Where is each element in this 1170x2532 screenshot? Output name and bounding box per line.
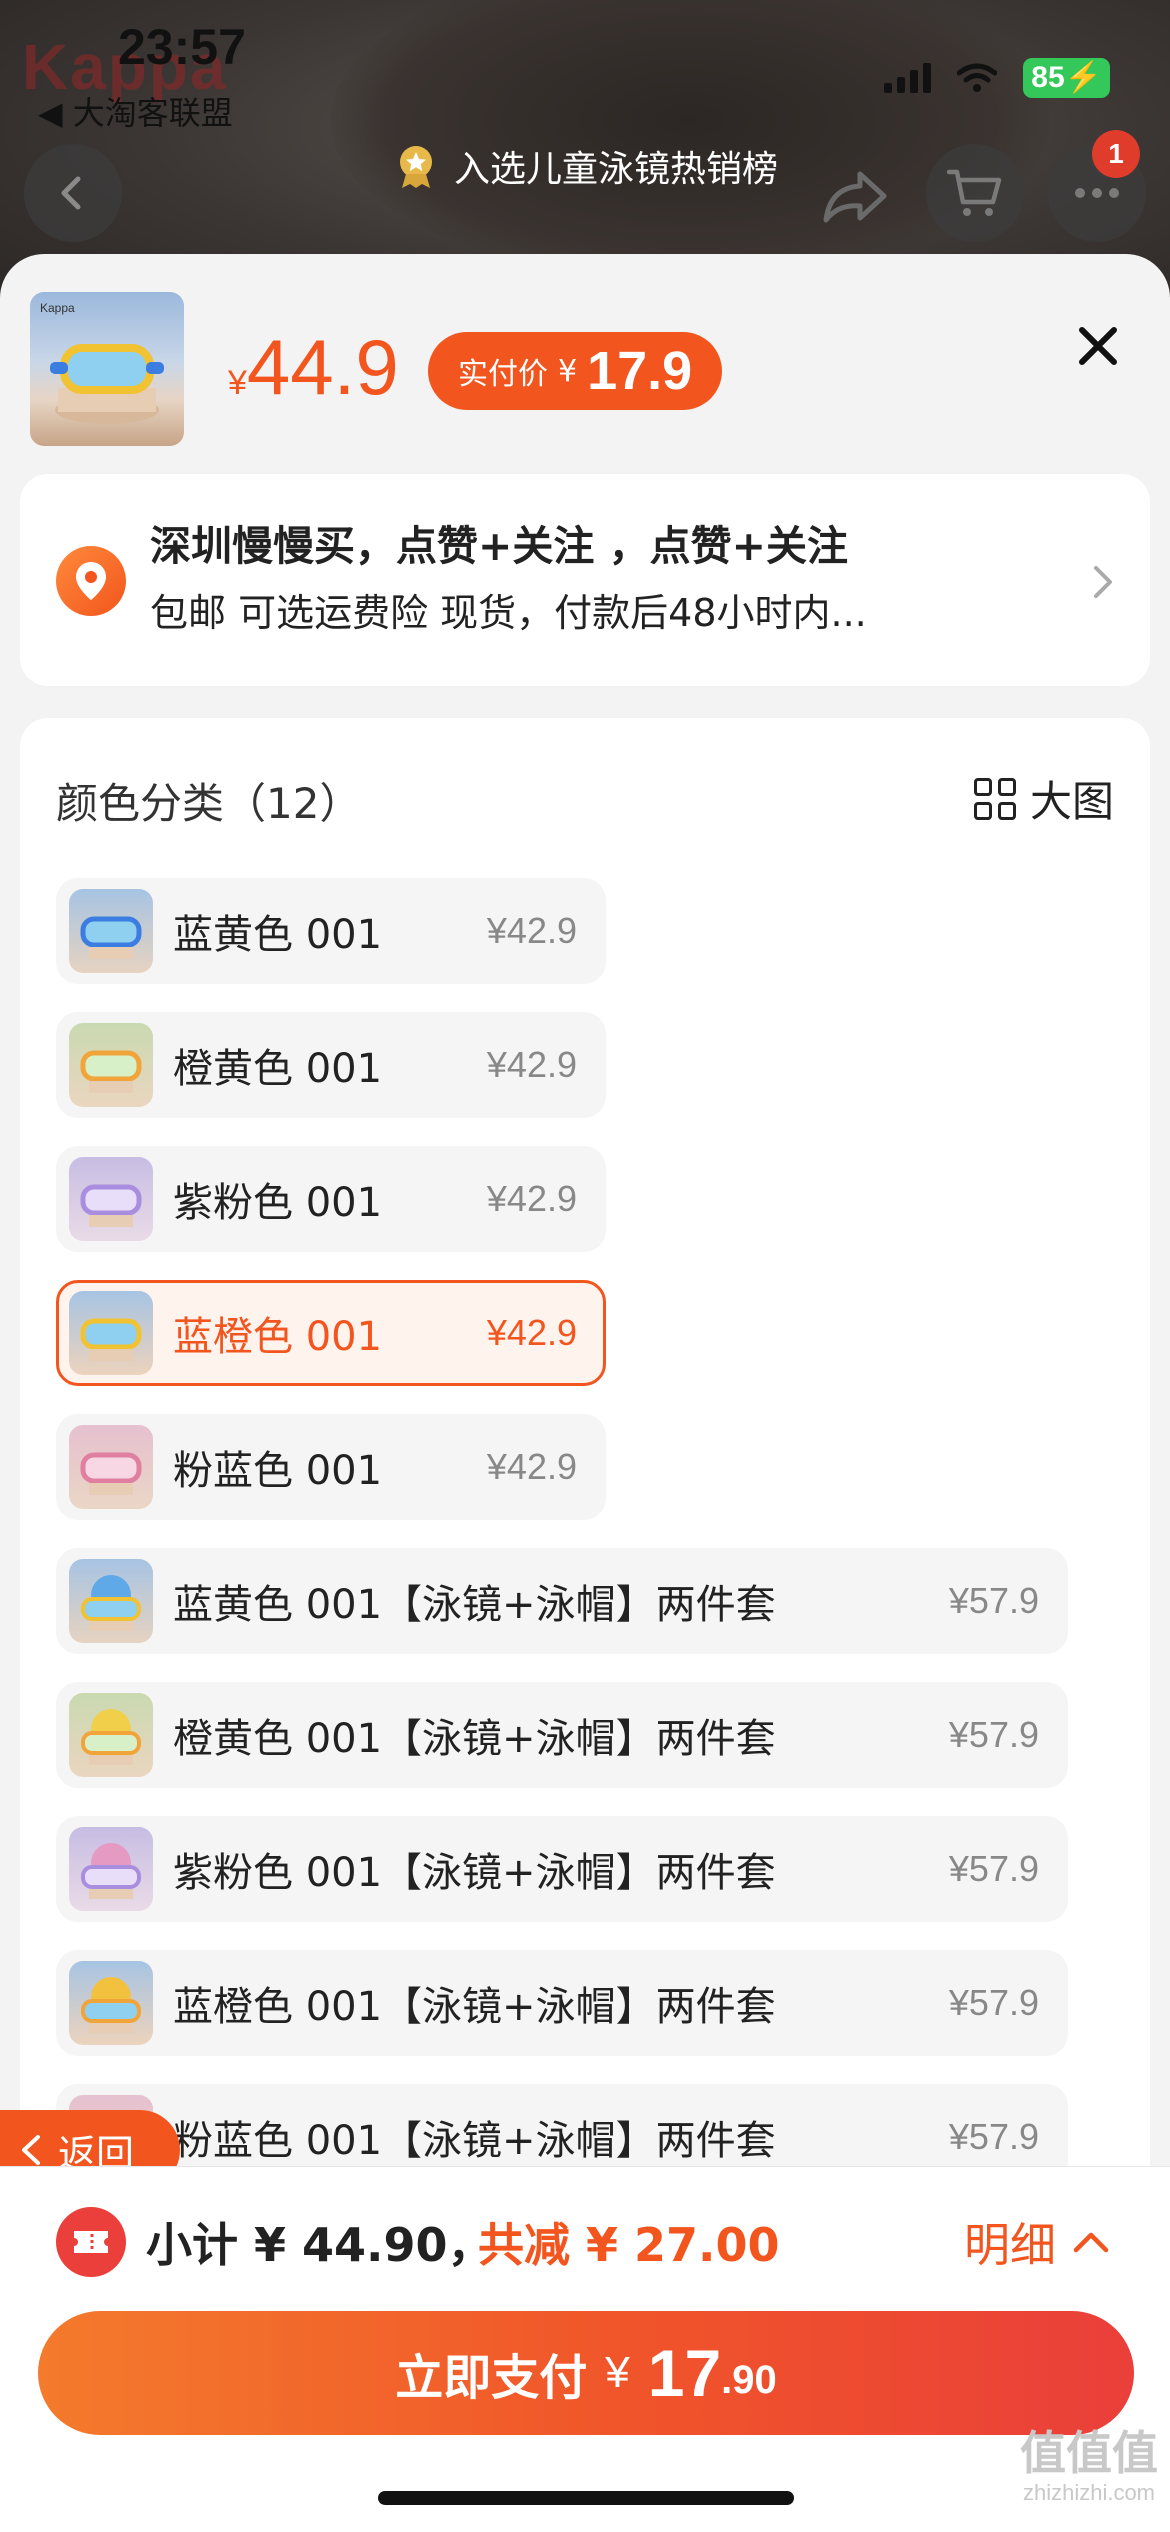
sku-option-name: 蓝橙色 001 [173,1314,383,1360]
sku-option-price: ¥57.9 [948,1714,1039,1755]
sku-thumbnail [69,1425,153,1509]
sku-thumbnail [69,1157,153,1241]
checkout-bar: 小计 ¥ 44.90， 共减 ¥ 27.00 明细 立即支付 ¥ 17.90 [0,2166,1170,2532]
sku-option-price: ¥57.9 [948,1580,1039,1621]
subtotal-text: 小计 ¥ 44.90， [146,2218,494,2272]
sku-option-price: ¥57.9 [948,1982,1039,2023]
location-pin-icon [56,546,126,616]
sku-option-price: ¥57.9 [948,2116,1039,2157]
status-icons: 85⚡ [884,58,1110,98]
hot-list-label: 入选儿童泳镜热销榜 [453,149,778,190]
back-to-app-link[interactable]: ◀ 大淘客联盟 [38,88,233,134]
address-line: 深圳慢慢买，点赞+关注 ，点赞+关注 [150,522,848,570]
sku-option[interactable]: 蓝黄色 001 ¥42.9 [56,878,606,984]
sku-option[interactable]: 紫粉色 001 ¥42.9 [56,1146,606,1252]
color-category-card: 颜色分类（12） 大图 蓝黄色 001 ¥42.9 橙黄色 001 ¥42.9 … [20,718,1150,2418]
big-image-label: 大图 [1029,777,1114,826]
sku-option-price: ¥42.9 [486,910,577,951]
sku-option-price: ¥42.9 [486,1178,577,1219]
goggles-image: Kappa [40,301,164,424]
sku-thumbnail [69,1291,153,1375]
cart-count-badge: 1 [1092,130,1140,178]
sku-option-name: 粉蓝色 001【泳镜+泳帽】两件套 [173,2118,776,2164]
sku-option-name: 紫粉色 001【泳镜+泳帽】两件套 [173,1850,776,1896]
status-time: 23:57 [118,19,246,75]
sku-option-price: ¥42.9 [486,1312,577,1353]
close-icon[interactable] [1070,318,1126,374]
watermark: 值值值 zhizhizhi.com [1020,2426,1158,2505]
pay-amount-dec: .90 [721,2357,777,2402]
sku-option-name: 橙黄色 001【泳镜+泳帽】两件套 [173,1716,776,1762]
chevron-right-icon [1094,566,1112,598]
shipping-address-card[interactable]: 深圳慢慢买，点赞+关注 ，点赞+关注 包邮 可选运费险 现货，付款后48小时内.… [20,474,1150,686]
pay-now-button[interactable]: 立即支付 ¥ 17.90 [38,2311,1134,2435]
sku-option[interactable]: 蓝橙色 001【泳镜+泳帽】两件套 ¥57.9 [56,1950,1068,2056]
sku-thumbnail [69,889,153,973]
sku-option-name: 紫粉色 001 [173,1180,383,1226]
cellular-signal-icon [884,63,932,93]
sku-option-name: 蓝黄色 001 [173,912,383,958]
cart-button[interactable] [926,144,1024,242]
medal-icon [399,146,432,188]
selected-product-thumbnail[interactable]: Kappa [30,292,184,446]
sku-option-name: 橙黄色 001 [173,1046,383,1092]
battery-indicator: 85⚡ [1023,58,1110,98]
sku-option[interactable]: 粉蓝色 001 ¥42.9 [56,1414,606,1520]
sku-option-selected[interactable]: 蓝橙色 001 ¥42.9 [56,1280,606,1386]
sku-option[interactable]: 蓝黄色 001【泳镜+泳帽】两件套 ¥57.9 [56,1548,1068,1654]
sku-option-price: ¥42.9 [486,1446,577,1487]
original-price: ¥44.9 [228,323,399,411]
chevron-up-icon [1073,2232,1109,2253]
sku-thumbnail [69,1693,153,1777]
big-image-toggle[interactable]: 大图 [973,768,1114,829]
pay-now-label: 立即支付 [395,2350,588,2406]
actual-pay-price-badge: 实付价 ¥ 17.9 [428,332,723,410]
sku-option-name: 蓝橙色 001【泳镜+泳帽】两件套 [173,1984,776,2030]
shipping-info-line: 包邮 可选运费险 现货，付款后48小时内... [150,591,867,635]
sku-option[interactable]: 橙黄色 001 ¥42.9 [56,1012,606,1118]
share-icon[interactable] [820,166,890,226]
sheet-header: Kappa ¥44.9 实付价 ¥ 17.9 [0,254,1170,474]
detail-label: 明细 [964,2218,1056,2272]
pay-amount-int: 17 [647,2336,722,2410]
pay-currency: ¥ [605,2348,630,2397]
wifi-icon [957,63,998,92]
sku-thumbnail [69,1961,153,2045]
sku-thumbnail [69,1827,153,1911]
sku-option-price: ¥57.9 [948,1848,1039,1889]
sku-thumbnail [69,1023,153,1107]
price-detail-toggle[interactable]: 明细 [964,2209,1110,2275]
grid-view-icon [973,777,1016,820]
sku-thumbnail [69,1559,153,1643]
sku-option[interactable]: 橙黄色 001【泳镜+泳帽】两件套 ¥57.9 [56,1682,1068,1788]
chevron-left-icon [22,2135,40,2165]
discount-text: 共减 ¥ 27.00 [478,2218,780,2272]
more-dots-icon [1075,188,1119,198]
svg-text:Kappa: Kappa [40,301,75,315]
sku-option-name: 粉蓝色 001 [173,1448,383,1494]
cart-icon [947,169,1002,216]
coupon-icon [56,2207,126,2277]
sku-option[interactable]: 紫粉色 001【泳镜+泳帽】两件套 ¥57.9 [56,1816,1068,1922]
spec-title: 颜色分类（12） [56,779,362,828]
home-indicator [378,2491,794,2505]
sku-option-name: 蓝黄色 001【泳镜+泳帽】两件套 [173,1582,776,1628]
sku-option-price: ¥42.9 [486,1044,577,1085]
